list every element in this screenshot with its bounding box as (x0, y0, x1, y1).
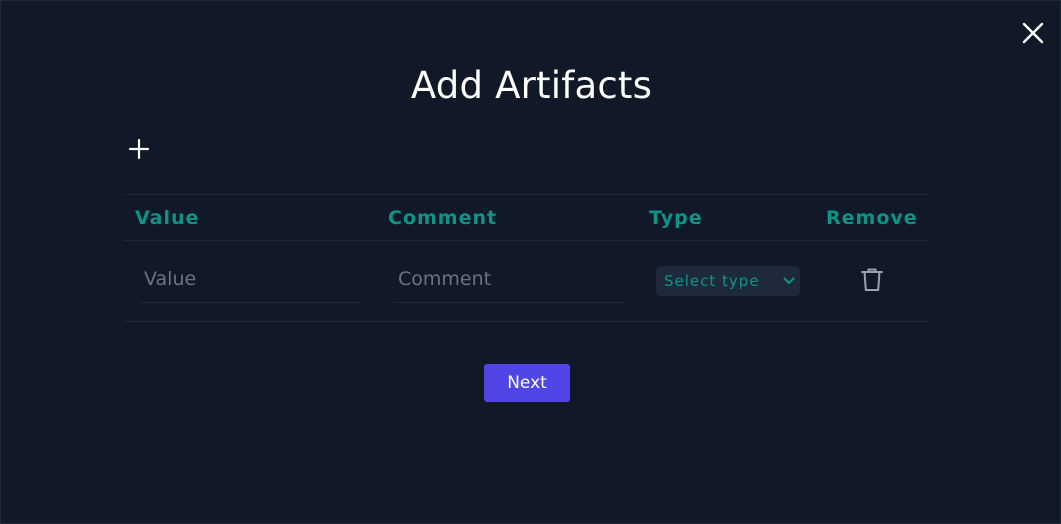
remove-row-button[interactable] (857, 265, 887, 295)
next-button[interactable]: Next (484, 364, 570, 402)
chevron-down-icon (778, 266, 800, 296)
add-row-button[interactable] (126, 136, 152, 162)
column-header-type: Type (649, 207, 703, 229)
column-header-value: Value (135, 207, 200, 229)
column-header-remove: Remove (826, 207, 918, 229)
table-row: Select type (124, 241, 929, 322)
type-select-value: Select type (664, 272, 760, 290)
trash-icon (861, 268, 883, 291)
close-icon (1022, 22, 1044, 44)
close-button[interactable] (1019, 19, 1047, 47)
type-select[interactable]: Select type (656, 266, 800, 296)
plus-icon (128, 138, 150, 160)
comment-input[interactable] (394, 255, 624, 303)
add-artifacts-modal: Add Artifacts Value Comment Type Remove … (0, 0, 1061, 524)
column-header-comment: Comment (388, 207, 498, 229)
value-input[interactable] (140, 255, 362, 303)
table-header: Value Comment Type Remove (124, 195, 929, 241)
artifacts-table: Value Comment Type Remove Select type (124, 194, 929, 322)
modal-title: Add Artifacts (410, 64, 653, 107)
